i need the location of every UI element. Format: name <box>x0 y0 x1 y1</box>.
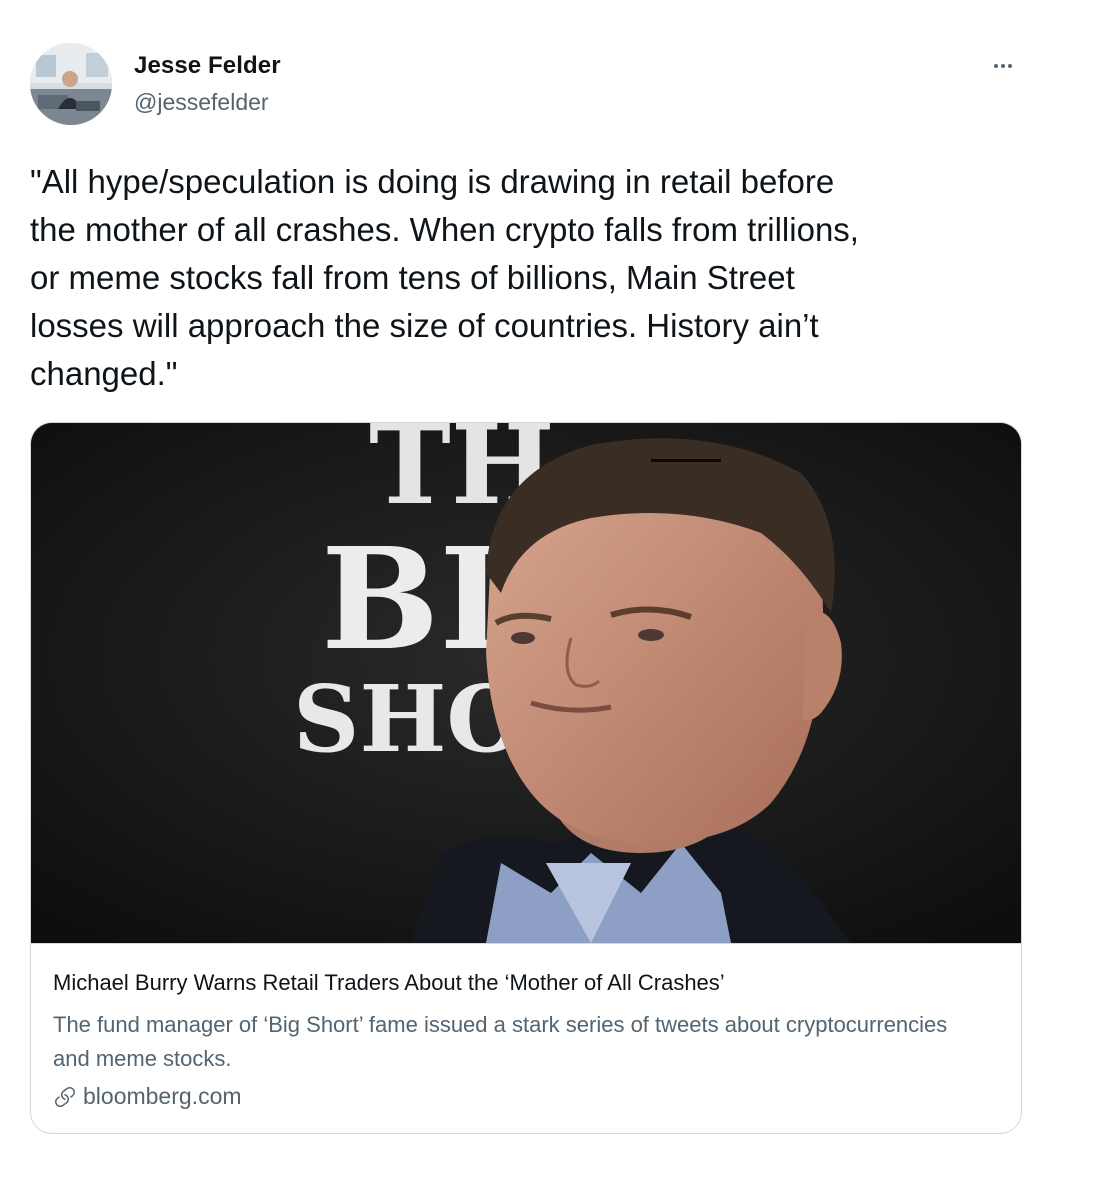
author-name[interactable]: Jesse Felder <box>134 52 281 80</box>
card-description: The fund manager of ‘Big Short’ fame iss… <box>53 1012 948 1071</box>
card-domain-text: bloomberg.com <box>83 1083 242 1109</box>
tweet-text: "All hype/speculation is doing is drawin… <box>30 163 859 392</box>
more-dot <box>994 64 998 68</box>
more-dot <box>1008 64 1012 68</box>
link-icon <box>55 1086 75 1107</box>
tweet: Jesse Felder @jessefelder "All hype/spec… <box>0 0 1101 1200</box>
avatar-image <box>30 43 112 125</box>
author-handle[interactable]: @jessefelder <box>134 89 269 116</box>
link-card[interactable]: TH BI SHO Michael Burry Warns Retail Tra… <box>30 422 1022 1134</box>
card-domain[interactable]: bloomberg.com <box>53 1083 242 1110</box>
avatar[interactable] <box>30 43 112 125</box>
more-options-icon[interactable] <box>985 54 1021 78</box>
card-body: Michael Burry Warns Retail Traders About… <box>31 943 1021 1133</box>
card-photo: TH BI SHO <box>31 423 1021 943</box>
more-dot <box>1001 64 1005 68</box>
card-image: TH BI SHO <box>31 423 1021 943</box>
backdrop-text-line2: BI <box>321 518 505 682</box>
card-title: Michael Burry Warns Retail Traders About… <box>53 970 725 995</box>
